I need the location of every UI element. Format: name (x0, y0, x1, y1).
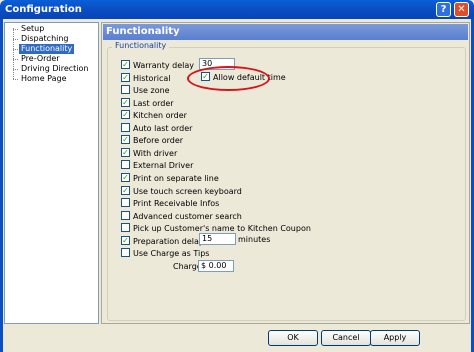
print-receivable-infos-option[interactable]: Print Receivable Infos (121, 198, 219, 209)
charge-input[interactable]: $ 0.00 (198, 260, 234, 272)
preparation-delay-checkbox[interactable]: ✓ (121, 235, 130, 245)
external-driver-option[interactable]: External Driver (121, 160, 193, 171)
cancel-button[interactable]: Cancel (321, 330, 371, 346)
warranty-delay-option[interactable]: ✓ Warranty delay (121, 60, 194, 71)
preparation-delay-label: Preparation delay (133, 236, 204, 246)
close-button[interactable]: ✕ (454, 2, 469, 17)
last-order-option[interactable]: ✓ Last order (121, 97, 174, 109)
tree-item-setup[interactable]: Setup (19, 24, 46, 34)
use-zone-option[interactable]: Use zone (121, 85, 170, 96)
last-order-checkbox[interactable]: ✓ (121, 97, 130, 107)
before-order-label: Before order (133, 136, 184, 146)
window-frame-left (0, 19, 3, 352)
navigation-tree: Setup Dispatching Functionality Pre-Order Dr… (4, 22, 99, 324)
pick-up-customer-s-name-to-kitchen-coupon-label: Pick up Customer's name to Kitchen Coupo… (133, 224, 311, 234)
print-on-separate-line-checkbox[interactable]: ✓ (121, 172, 130, 182)
with-driver-checkbox[interactable]: ✓ (121, 147, 130, 157)
external-driver-checkbox[interactable] (121, 160, 130, 170)
use-zone-checkbox[interactable] (121, 85, 130, 95)
tree-connector (13, 29, 18, 30)
preparation-delay-input[interactable]: 15 (199, 233, 236, 245)
tree-connector (13, 59, 18, 60)
use-charge-as-tips-label: Use Charge as Tips (133, 249, 210, 259)
use-charge-as-tips-option[interactable]: Use Charge as Tips (121, 248, 209, 259)
help-button[interactable]: ? (436, 2, 451, 17)
kitchen-order-label: Kitchen order (133, 111, 187, 121)
use-charge-as-tips-checkbox[interactable] (121, 248, 130, 258)
annotation-circle (187, 66, 270, 91)
tree-connector (13, 49, 18, 50)
advanced-customer-search-option[interactable]: Advanced customer search (121, 210, 242, 222)
tree-item-pre-order[interactable]: Pre-Order (19, 54, 62, 64)
use-touch-screen-keyboard-label: Use touch screen keyboard (133, 186, 242, 196)
use-touch-screen-keyboard-option[interactable]: ✓ Use touch screen keyboard (121, 185, 242, 197)
window-title: Configuration (5, 4, 82, 15)
preparation-delay-unit: minutes (238, 235, 271, 244)
advanced-customer-search-checkbox[interactable] (121, 210, 130, 220)
before-order-option[interactable]: ✓ Before order (121, 135, 183, 146)
use-zone-label: Use zone (133, 86, 170, 96)
preparation-delay-option[interactable]: ✓ Preparation delay (121, 235, 204, 247)
title-bar: Configuration ? ✕ (0, 0, 474, 19)
tree-connector (13, 39, 18, 40)
last-order-label: Last order (133, 98, 174, 108)
warranty-delay-checkbox[interactable]: ✓ (121, 60, 130, 69)
historical-option[interactable]: ✓ Historical (121, 72, 171, 84)
tree-connector (13, 79, 18, 80)
tree-connector (13, 28, 14, 79)
kitchen-order-option[interactable]: ✓ Kitchen order (121, 110, 187, 121)
print-receivable-infos-checkbox[interactable] (121, 198, 130, 208)
use-touch-screen-keyboard-checkbox[interactable]: ✓ (121, 185, 130, 195)
before-order-checkbox[interactable]: ✓ (121, 135, 130, 145)
tree-item-home-page[interactable]: Home Page (19, 74, 69, 84)
functionality-panel: Functionality Functionality ✓ Warranty de… (101, 22, 470, 324)
apply-button[interactable]: Apply (370, 330, 420, 346)
historical-label: Historical (133, 73, 171, 83)
with-driver-label: With driver (133, 148, 178, 158)
auto-last-order-label: Auto last order (133, 123, 193, 133)
ok-button[interactable]: OK (268, 330, 318, 346)
print-receivable-infos-label: Print Receivable Infos (133, 199, 220, 209)
print-on-separate-line-label: Print on separate line (133, 173, 219, 183)
with-driver-option[interactable]: ✓ With driver (121, 147, 178, 159)
group-label: Functionality (112, 41, 170, 50)
tree-item-dispatching[interactable]: Dispatching (19, 34, 71, 44)
tree-item-functionality[interactable]: Functionality (19, 44, 75, 54)
print-on-separate-line-option[interactable]: ✓ Print on separate line (121, 172, 219, 184)
external-driver-label: External Driver (133, 161, 194, 171)
auto-last-order-option[interactable]: Auto last order (121, 122, 193, 134)
warranty-delay-label: Warranty delay (133, 61, 194, 70)
auto-last-order-checkbox[interactable] (121, 122, 130, 132)
kitchen-order-checkbox[interactable]: ✓ (121, 110, 130, 120)
pick-up-customer-s-name-to-kitchen-coupon-checkbox[interactable] (121, 223, 130, 233)
tree-connector (13, 69, 18, 70)
panel-header: Functionality (103, 24, 468, 40)
tree-item-driving-direction[interactable]: Driving Direction (19, 64, 90, 74)
advanced-customer-search-label: Advanced customer search (133, 211, 242, 221)
historical-checkbox[interactable]: ✓ (121, 72, 130, 82)
